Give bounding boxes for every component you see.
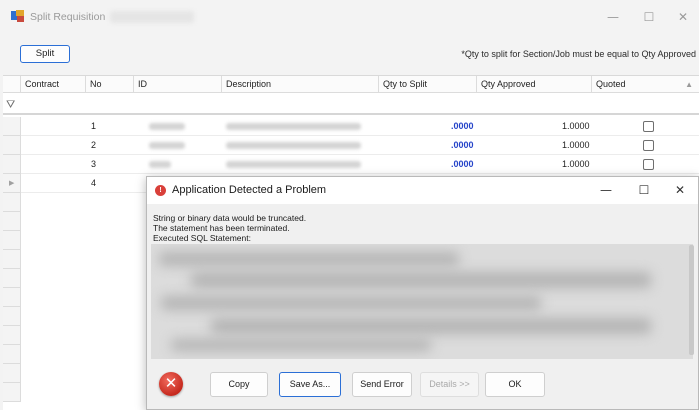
error-large-icon: ✕ bbox=[159, 372, 183, 396]
sql-redacted bbox=[211, 318, 651, 334]
col-qty-approved[interactable]: Qty Approved bbox=[477, 76, 592, 93]
col-no[interactable]: No bbox=[86, 76, 134, 93]
sql-redacted bbox=[171, 339, 431, 351]
cell-id-redacted bbox=[149, 123, 185, 130]
row-pointer-icon: ▶ bbox=[9, 180, 15, 187]
row-header[interactable] bbox=[3, 364, 21, 383]
sql-redacted bbox=[191, 272, 651, 288]
error-dialog: ! Application Detected a Problem — ☐ ✕ S… bbox=[146, 176, 699, 410]
split-note: *Qty to split for Section/Job must be eq… bbox=[461, 49, 696, 59]
table-row[interactable]: 2 .0000 1.0000 bbox=[21, 136, 699, 155]
row-header[interactable] bbox=[3, 212, 21, 231]
sort-caret-icon: ▲ bbox=[685, 80, 693, 89]
row-header[interactable] bbox=[3, 231, 21, 250]
header-corner bbox=[3, 76, 21, 93]
cell-description-redacted bbox=[226, 161, 361, 168]
title-redacted bbox=[110, 11, 194, 23]
row-header[interactable]: ▶ bbox=[3, 174, 21, 193]
error-line: The statement has been terminated. bbox=[153, 223, 290, 233]
cell-qty-to-split[interactable]: .0000 bbox=[451, 155, 474, 174]
dialog-title-bar: ! Application Detected a Problem — ☐ ✕ bbox=[147, 177, 698, 204]
copy-button[interactable]: Copy bbox=[210, 372, 268, 397]
quoted-checkbox[interactable] bbox=[643, 121, 654, 132]
row-header[interactable] bbox=[3, 155, 21, 174]
cell-qty-approved: 1.0000 bbox=[562, 121, 590, 131]
ok-button[interactable]: OK bbox=[485, 372, 545, 397]
minimize-button[interactable]: — bbox=[600, 8, 626, 26]
quoted-checkbox[interactable] bbox=[643, 140, 654, 151]
row-header[interactable] bbox=[3, 345, 21, 364]
cell-no: 1 bbox=[91, 121, 97, 131]
error-icon: ! bbox=[155, 185, 166, 196]
col-qty-to-split[interactable]: Qty to Split bbox=[379, 76, 477, 93]
cell-description-redacted bbox=[226, 142, 361, 149]
cell-id-redacted bbox=[149, 142, 185, 149]
dialog-title: Application Detected a Problem bbox=[172, 184, 327, 196]
cell-no: 4 bbox=[91, 178, 97, 188]
col-contract[interactable]: Contract bbox=[21, 76, 86, 93]
app-icon bbox=[11, 10, 24, 22]
sql-redacted bbox=[159, 252, 459, 266]
row-header[interactable] bbox=[3, 307, 21, 326]
row-header[interactable] bbox=[3, 136, 21, 155]
error-line: String or binary data would be truncated… bbox=[153, 213, 307, 223]
sql-redacted bbox=[161, 296, 541, 310]
row-header[interactable] bbox=[3, 250, 21, 269]
col-quoted[interactable]: Quoted bbox=[592, 76, 699, 93]
error-line: Executed SQL Statement: bbox=[153, 233, 251, 243]
save-as-button[interactable]: Save As... bbox=[279, 372, 341, 397]
row-header[interactable] bbox=[3, 326, 21, 345]
cell-no: 2 bbox=[91, 140, 97, 150]
cell-qty-to-split[interactable]: .0000 bbox=[451, 117, 474, 136]
row-header[interactable] bbox=[3, 117, 21, 136]
maximize-button[interactable]: ☐ bbox=[636, 8, 662, 26]
row-header[interactable] bbox=[3, 193, 21, 212]
row-header[interactable] bbox=[3, 288, 21, 307]
close-button[interactable]: ✕ bbox=[670, 8, 696, 26]
send-error-button[interactable]: Send Error bbox=[352, 372, 412, 397]
cell-qty-to-split[interactable]: .0000 bbox=[451, 136, 474, 155]
sql-scrollbar[interactable] bbox=[689, 245, 694, 355]
details-button[interactable]: Details >> bbox=[420, 372, 479, 397]
dialog-maximize-button[interactable]: ☐ bbox=[631, 181, 657, 199]
error-message: String or binary data would be truncated… bbox=[153, 213, 306, 243]
grid-header: Contract No ID Description Qty to Split … bbox=[3, 76, 699, 93]
filter-row[interactable]: ⛛ bbox=[3, 93, 699, 115]
dialog-minimize-button[interactable]: — bbox=[593, 181, 619, 199]
dialog-close-button[interactable]: ✕ bbox=[667, 181, 693, 199]
table-row[interactable]: 1 .0000 1.0000 bbox=[21, 117, 699, 136]
table-row[interactable]: 3 .0000 1.0000 bbox=[21, 155, 699, 174]
cell-description-redacted bbox=[226, 123, 361, 130]
cell-qty-approved: 1.0000 bbox=[562, 159, 590, 169]
col-id[interactable]: ID bbox=[134, 76, 222, 93]
title-bar: Split Requisition — ☐ ✕ bbox=[0, 0, 699, 34]
filter-icon[interactable]: ⛛ bbox=[6, 98, 15, 112]
row-header[interactable] bbox=[3, 269, 21, 288]
window-title: Split Requisition bbox=[30, 11, 106, 23]
cell-id-redacted bbox=[149, 161, 171, 168]
cell-qty-approved: 1.0000 bbox=[562, 140, 590, 150]
split-button[interactable]: Split bbox=[20, 45, 70, 63]
quoted-checkbox[interactable] bbox=[643, 159, 654, 170]
col-description[interactable]: Description bbox=[222, 76, 379, 93]
cell-no: 3 bbox=[91, 159, 97, 169]
sql-statement-box[interactable] bbox=[151, 244, 693, 359]
row-header[interactable] bbox=[3, 383, 21, 402]
